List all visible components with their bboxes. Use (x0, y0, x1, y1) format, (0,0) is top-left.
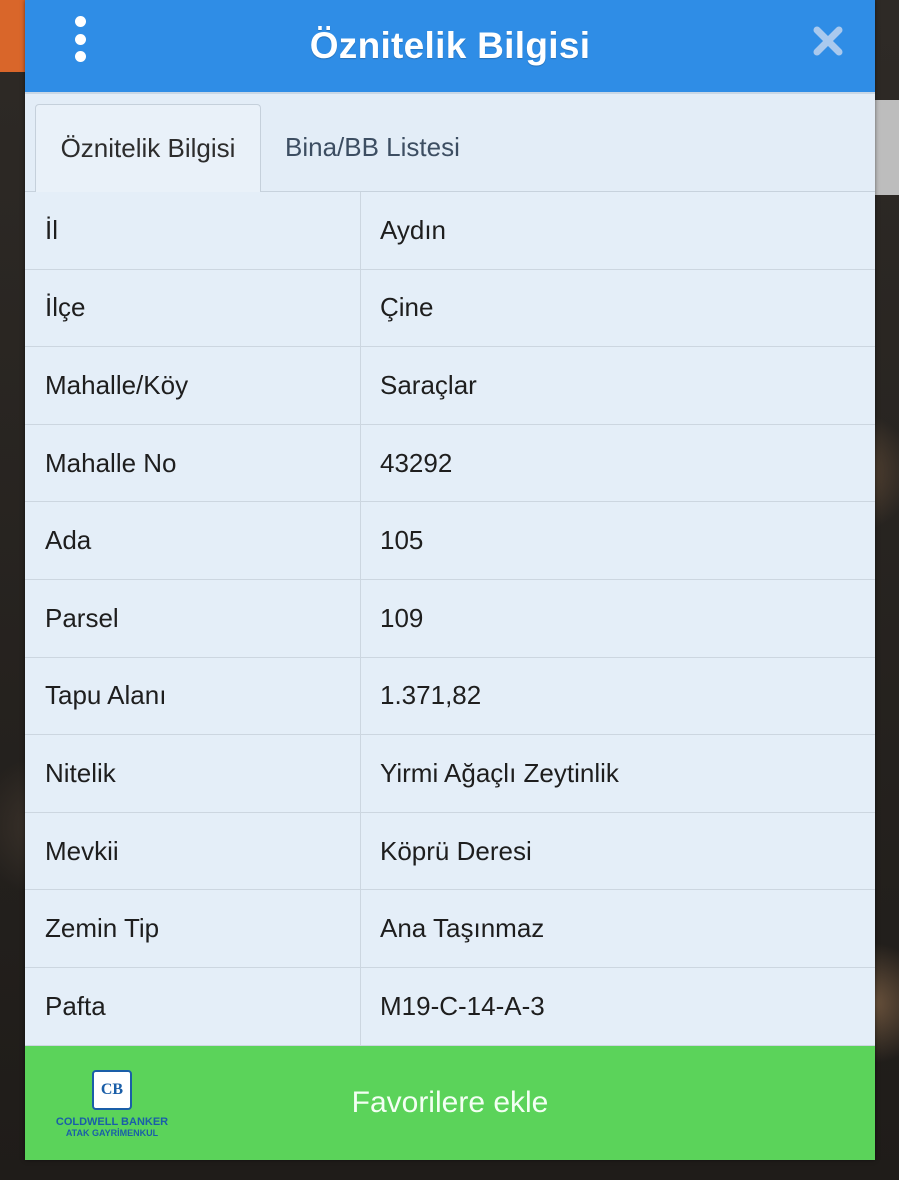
table-row: Mahalle/Köy Saraçlar (25, 347, 875, 425)
attribute-value: Saraçlar (380, 369, 477, 400)
table-row: Mevkii Köprü Deresi (25, 812, 875, 891)
table-row: İlçe Çine (25, 269, 875, 348)
attribute-value: Yirmi Ağaçlı Zeytinlik (380, 757, 619, 788)
attribute-value: Aydın (380, 214, 447, 245)
dialog-titlebar: Öznitelik Bilgisi (25, 0, 875, 94)
attribute-value: Köprü Deresi (380, 835, 532, 866)
logo-subtitle: ATAK GAYRİMENKUL (65, 1128, 159, 1138)
table-row: Pafta M19-C-14-A-3 (25, 967, 875, 1046)
tab-bar: Öznitelik Bilgisi Bina/BB Listesi (25, 94, 875, 192)
tab-building-list[interactable]: Bina/BB Listesi (261, 103, 480, 191)
attribute-value: Çine (380, 292, 434, 323)
attribute-key: İlçe (25, 269, 361, 347)
tab-attribute-info[interactable]: Öznitelik Bilgisi (35, 104, 261, 192)
logo-mark: CB (92, 1070, 132, 1110)
table-row: Ada 105 (25, 502, 875, 580)
attribute-value: 43292 (380, 447, 453, 478)
background-orange-panel (0, 0, 26, 72)
attribute-key: Nitelik (25, 735, 361, 812)
attribute-value: 109 (380, 602, 424, 633)
attribute-key: Parsel (25, 579, 361, 657)
background-scrollbar (875, 100, 899, 195)
attribute-value: 105 (380, 525, 424, 556)
coldwell-banker-logo: CB COLDWELL BANKER ATAK GAYRİMENKUL (55, 1070, 169, 1140)
close-icon[interactable] (811, 24, 845, 58)
more-vertical-icon[interactable] (67, 16, 93, 62)
table-row: Parsel 109 (25, 579, 875, 658)
attribute-key: İl (25, 192, 361, 269)
attribute-value: Ana Taşınmaz (380, 913, 545, 944)
attribute-table: İl Aydın İlçe Çine Mahalle/Köy Saraçlar Mahall… (25, 192, 875, 1046)
attribute-key: Pafta (25, 967, 361, 1045)
attribute-key: Zemin Tip (25, 890, 361, 967)
attribute-key: Mahalle/Köy (25, 347, 361, 424)
attribute-dialog: Öznitelik Bilgisi Öznitelik Bilgisi Bina… (25, 0, 875, 1160)
table-row: Mahalle No 43292 (25, 424, 875, 503)
table-row: Nitelik Yirmi Ağaçlı Zeytinlik (25, 735, 875, 813)
attribute-key: Ada (25, 502, 361, 579)
dialog-title: Öznitelik Bilgisi (309, 25, 591, 66)
table-row: Tapu Alanı 1.371,82 (25, 657, 875, 736)
attribute-key: Mevkii (25, 812, 361, 890)
attribute-value: M19-C-14-A-3 (380, 990, 545, 1021)
attribute-value: 1.371,82 (380, 680, 482, 711)
logo-name: COLDWELL BANKER (55, 1116, 169, 1128)
table-row: İl Aydın (25, 192, 875, 270)
table-row: Zemin Tip Ana Taşınmaz (25, 890, 875, 968)
attribute-key: Tapu Alanı (25, 657, 361, 735)
attribute-key: Mahalle No (25, 424, 361, 502)
